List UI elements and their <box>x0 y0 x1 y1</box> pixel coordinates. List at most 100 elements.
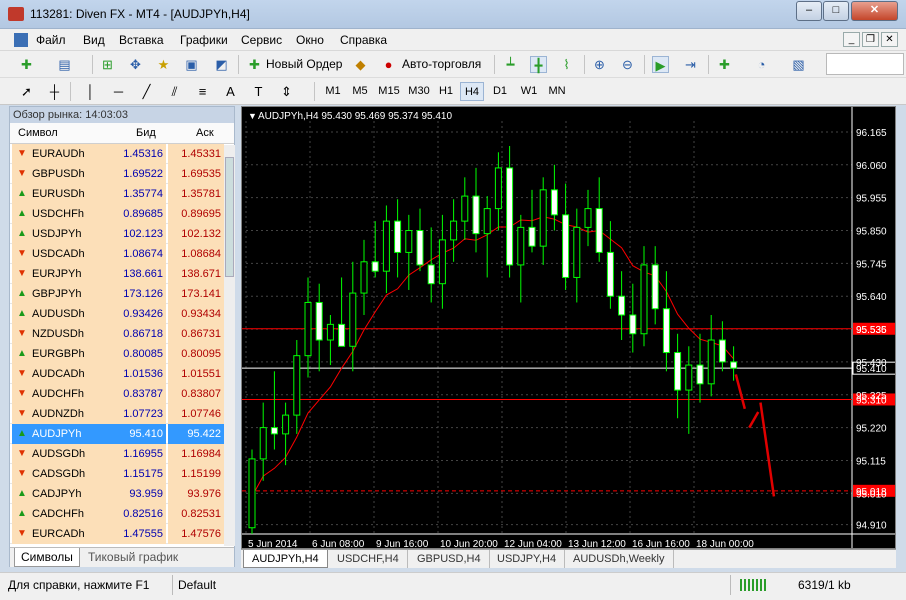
timeframe-d1[interactable]: D1 <box>488 82 512 101</box>
zoom-in-icon[interactable]: ⊕ <box>591 56 608 73</box>
new-order-button[interactable]: Новый Ордер <box>266 54 342 75</box>
candle-body <box>450 220 458 241</box>
new-chart-icon[interactable]: ✚ <box>18 56 35 73</box>
autoscroll-icon[interactable]: ▶ <box>652 56 669 73</box>
timeframe-m15[interactable]: M15 <box>375 82 403 101</box>
market-watch-row-eurusdh[interactable]: ▲ EURUSDh 1.35774 1.35781 <box>10 184 234 204</box>
column-ask[interactable]: Аск <box>196 127 214 139</box>
menu-file[interactable]: Файл <box>36 33 66 47</box>
market-watch-row-nzdusdh[interactable]: ▼ NZDUSDh 0.86718 0.86731 <box>10 324 234 344</box>
market-watch-row-euraudh[interactable]: ▼ EURAUDh 1.45316 1.45331 <box>10 144 234 164</box>
market-watch-row-audjpyh[interactable]: ▲ AUDJPYh 95.410 95.422 <box>10 424 234 444</box>
tester-icon[interactable]: ◩ <box>213 56 230 73</box>
menu-insert[interactable]: Вставка <box>119 33 164 47</box>
menu-window[interactable]: Окно <box>296 33 324 47</box>
equidistant-channel-icon[interactable]: ⫽ <box>166 83 183 100</box>
chart-canvas[interactable]: 95.53695.41095.31095.01896.16596.06095.9… <box>242 107 896 549</box>
tab-chart-usdjpy-h4[interactable]: USDJPY,H4 <box>489 550 566 568</box>
bid-value: 0.93426 <box>112 304 166 324</box>
market-watch-row-audusdh[interactable]: ▲ AUDUSDh 0.93426 0.93434 <box>10 304 234 324</box>
column-symbol[interactable]: Символ <box>18 127 58 139</box>
timeframe-h1[interactable]: H1 <box>435 82 457 101</box>
timeframe-m5[interactable]: M5 <box>348 82 372 101</box>
zoom-out-icon[interactable]: ⊖ <box>619 56 636 73</box>
y-tick-label: 95.640 <box>856 292 887 303</box>
symbol-name: EURUSDh <box>32 188 85 200</box>
market-watch-row-gbpjpyh[interactable]: ▲ GBPJPYh 173.126 173.141 <box>10 284 234 304</box>
candlestick-icon[interactable]: ╋ <box>530 56 547 73</box>
new-order-icon[interactable]: ✚ <box>246 56 263 73</box>
timeframe-m1[interactable]: M1 <box>321 82 345 101</box>
column-bid[interactable]: Бид <box>136 127 156 139</box>
auto-trading-icon[interactable]: ◆ <box>352 56 369 73</box>
timeframe-m30[interactable]: M30 <box>405 82 433 101</box>
market-watch-scrollbar[interactable] <box>224 145 235 546</box>
market-watch-row-audnzdh[interactable]: ▼ AUDNZDh 1.07723 1.07746 <box>10 404 234 424</box>
market-watch-row-eurgbph[interactable]: ▲ EURGBPh 0.80085 0.80095 <box>10 344 234 364</box>
market-watch-row-eurjpyh[interactable]: ▼ EURJPYh 138.661 138.671 <box>10 264 234 284</box>
market-watch-row-usdcadh[interactable]: ▼ USDCADh 1.08674 1.08684 <box>10 244 234 264</box>
market-watch-row-gbpusdh[interactable]: ▼ GBPUSDh 1.69522 1.69535 <box>10 164 234 184</box>
market-watch-row-audchfh[interactable]: ▼ AUDCHFh 0.83787 0.83807 <box>10 384 234 404</box>
menu-charts[interactable]: Графики <box>180 33 228 47</box>
market-watch-row-cadjpyh[interactable]: ▲ CADJPYh 93.959 93.976 <box>10 484 234 504</box>
market-watch-row-cadsgdh[interactable]: ▼ CADSGDh 1.15175 1.15199 <box>10 464 234 484</box>
timeframe-h4[interactable]: H4 <box>460 82 484 101</box>
close-button[interactable]: ✕ <box>851 1 898 21</box>
maximize-button[interactable]: □ <box>823 1 849 21</box>
chart-shift-icon[interactable]: ⇥ <box>682 56 699 73</box>
market-watch-row-audsgdh[interactable]: ▼ AUDSGDh 1.16955 1.16984 <box>10 444 234 464</box>
tab-chart-audusdh-weekly[interactable]: AUDUSDh,Weekly <box>565 550 674 568</box>
tab-chart-gbpusd-h4[interactable]: GBPUSD,H4 <box>409 550 490 568</box>
minimize-button[interactable]: – <box>796 1 822 21</box>
bar-chart-icon[interactable]: ┷ <box>502 56 519 73</box>
mdi-close-button[interactable]: ✕ <box>881 32 898 47</box>
market-watch-row-audcadh[interactable]: ▼ AUDCADh 1.01536 1.01551 <box>10 364 234 384</box>
cursor-icon[interactable]: ➚ <box>18 83 35 100</box>
market-watch-row-cadchfh[interactable]: ▲ CADCHFh 0.82516 0.82531 <box>10 504 234 524</box>
terminal-icon[interactable]: ▣ <box>183 56 200 73</box>
mdi-chart-icon[interactable] <box>14 33 28 47</box>
mdi-restore-button[interactable]: ❐ <box>862 32 879 47</box>
menu-help[interactable]: Справка <box>340 33 387 47</box>
fibonacci-icon[interactable]: ≡ <box>194 83 211 100</box>
candle-body <box>730 361 738 369</box>
mdi-minimize-button[interactable]: _ <box>843 32 860 47</box>
horizontal-line-icon[interactable]: ─ <box>110 83 127 100</box>
profiles-icon[interactable]: ▤ <box>56 56 73 73</box>
market-watch-row-eurcadh[interactable]: ▼ EURCADh 1.47555 1.47576 <box>10 524 234 544</box>
crosshair-icon[interactable]: ┼ <box>46 83 63 100</box>
text-icon[interactable]: A <box>222 83 239 100</box>
arrow-up-icon: ▲ <box>17 188 27 199</box>
market-watch-icon[interactable]: ⊞ <box>99 56 116 73</box>
menu-tools[interactable]: Сервис <box>241 33 282 47</box>
market-watch-row-usdjpyh[interactable]: ▲ USDJPYh 102.123 102.132 <box>10 224 234 244</box>
search-input[interactable] <box>826 53 904 75</box>
data-window-icon[interactable]: ★ <box>155 56 172 73</box>
scrollbar-thumb[interactable] <box>225 157 234 277</box>
text-label-icon[interactable]: T <box>250 83 267 100</box>
candle-body <box>718 339 726 363</box>
indicators-icon[interactable]: ✚ <box>716 56 733 73</box>
vertical-line-icon[interactable]: │ <box>82 83 99 100</box>
moving-average-line <box>251 216 734 497</box>
navigator-icon[interactable]: ✥ <box>127 56 144 73</box>
tab-symbols[interactable]: Символы <box>14 548 80 567</box>
market-watch-row-usdchfh[interactable]: ▲ USDCHFh 0.89685 0.89695 <box>10 204 234 224</box>
price-chart[interactable]: 95.536 95.410 95.310 95.018 96.165 96.060 95.9… <box>241 106 896 549</box>
trendline-icon[interactable]: ╱ <box>138 83 155 100</box>
tab-chart-usdchf-h4[interactable]: USDCHF,H4 <box>329 550 408 568</box>
arrow-down-icon: ▼ <box>17 528 27 539</box>
candle-body <box>416 230 424 266</box>
periods-icon[interactable]: ◔ <box>753 56 770 73</box>
line-chart-icon[interactable]: ⌇ <box>558 56 575 73</box>
tab-chart-audjpyh-h4[interactable]: AUDJPYh,H4 <box>243 550 328 568</box>
auto-trading-button[interactable]: Авто-торговля <box>402 54 481 75</box>
timeframe-w1[interactable]: W1 <box>516 82 542 101</box>
x-tick-label: 9 Jun 16:00 <box>376 539 429 549</box>
timeframe-mn[interactable]: MN <box>544 82 570 101</box>
arrows-icon[interactable]: ⇕ <box>278 83 295 100</box>
templates-icon[interactable]: ▧ <box>790 56 807 73</box>
menu-view[interactable]: Вид <box>83 33 105 47</box>
tab-tick-chart[interactable]: Тиковый график <box>82 548 184 567</box>
